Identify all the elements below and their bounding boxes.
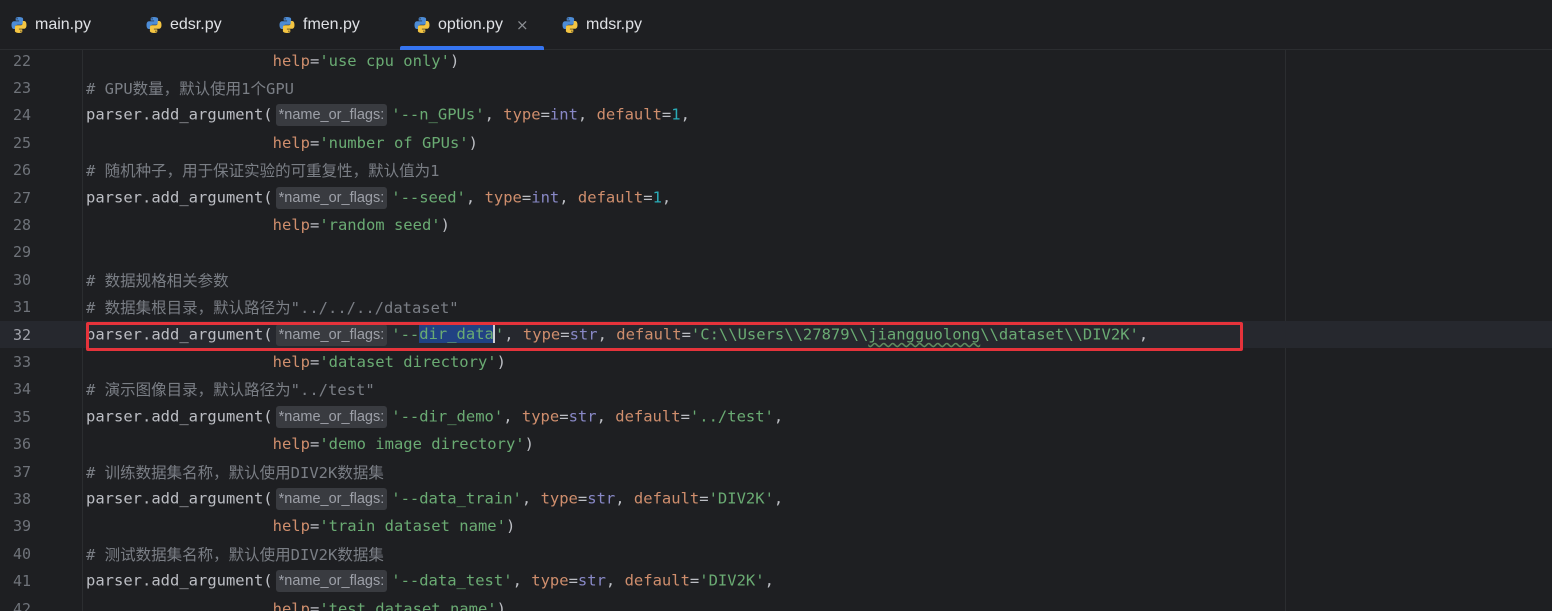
parameter-hint: *name_or_flags: — [275, 405, 388, 428]
line-number: 31 — [12, 298, 31, 317]
close-tab-icon[interactable]: × — [516, 16, 529, 34]
code-line[interactable]: 41 parser.add_argument(*name_or_flags: '-… — [0, 568, 1552, 595]
editor-tab-bar: main.py edsr.py fmen.py option.py × mdsr… — [0, 0, 1552, 50]
tab-label: main.py — [35, 16, 92, 33]
code-text: help='demo image directory') — [272, 435, 534, 454]
code-line[interactable]: 24 parser.add_argument(*name_or_flags: '-… — [0, 102, 1552, 129]
parameter-hint: *name_or_flags: — [275, 570, 388, 593]
tab-mdsr-py[interactable]: mdsr.py — [561, 0, 642, 50]
tab-label: option.py — [438, 16, 503, 33]
python-file-icon — [11, 17, 27, 33]
code-comment: # 数据集根目录，默认路径为"../../../dataset" — [86, 299, 459, 318]
line-number: 39 — [12, 517, 31, 536]
tab-label: edsr.py — [170, 16, 222, 33]
code-text: parser.add_argument(*name_or_flags: '--di… — [86, 405, 783, 428]
tab-main-py[interactable]: main.py — [10, 0, 91, 50]
code-line[interactable]: 40 # 测试数据集名称，默认使用DIV2K数据集 — [0, 540, 1552, 567]
line-number: 29 — [12, 243, 31, 262]
line-number: 28 — [12, 216, 31, 235]
code-comment: # 测试数据集名称，默认使用DIV2K数据集 — [86, 545, 384, 564]
code-line[interactable]: 29 — [0, 239, 1552, 266]
code-comment: # 随机种子，用于保证实验的可重复性，默认值为1 — [86, 162, 440, 181]
code-line[interactable]: 37 # 训练数据集名称，默认使用DIV2K数据集 — [0, 458, 1552, 485]
code-line[interactable]: 33 help='dataset directory') — [0, 348, 1552, 375]
line-number: 26 — [12, 161, 31, 180]
code-text: help='random seed') — [272, 216, 450, 235]
line-number: 35 — [12, 407, 31, 426]
parameter-hint: *name_or_flags: — [275, 104, 388, 127]
code-comment: # GPU数量，默认使用1个GPU — [86, 80, 294, 99]
code-line[interactable]: 34 # 演示图像目录，默认路径为"../test" — [0, 376, 1552, 403]
spelling-warning: jiangguolong — [868, 325, 981, 344]
code-text: help='dataset directory') — [272, 353, 506, 372]
code-text: parser.add_argument(*name_or_flags: '--da… — [86, 488, 783, 511]
code-line[interactable]: 23 # GPU数量，默认使用1个GPU — [0, 74, 1552, 101]
line-number: 40 — [12, 544, 31, 563]
tab-label: fmen.py — [303, 16, 360, 33]
code-text: help='use cpu only') — [272, 51, 460, 70]
code-line[interactable]: 28 help='random seed') — [0, 211, 1552, 238]
code-line[interactable]: 25 help='number of GPUs') — [0, 129, 1552, 156]
parameter-hint: *name_or_flags: — [275, 186, 388, 209]
tab-option-py[interactable]: option.py × — [400, 0, 544, 50]
line-number: 23 — [12, 79, 31, 98]
tab-edsr-py[interactable]: edsr.py — [145, 0, 222, 50]
tab-fmen-py[interactable]: fmen.py — [278, 0, 360, 50]
code-text: parser.add_argument(*name_or_flags: '--n_… — [86, 104, 690, 127]
code-text: help='number of GPUs') — [272, 133, 478, 152]
code-line[interactable]: 42 help='test dataset name') — [0, 595, 1552, 611]
line-number: 41 — [12, 572, 31, 591]
code-line[interactable]: 38 parser.add_argument(*name_or_flags: '-… — [0, 485, 1552, 512]
line-number: 24 — [12, 106, 31, 125]
code-comment: # 训练数据集名称，默认使用DIV2K数据集 — [86, 463, 384, 482]
code-text: parser.add_argument(*name_or_flags: '--da… — [86, 570, 774, 593]
python-file-icon — [414, 17, 430, 33]
python-file-icon — [146, 17, 162, 33]
line-number: 33 — [12, 353, 31, 372]
line-number: 34 — [12, 380, 31, 399]
python-file-icon — [562, 17, 578, 33]
code-line[interactable]: 30 # 数据规格相关参数 — [0, 266, 1552, 293]
code-comment: # 数据规格相关参数 — [86, 271, 229, 290]
parameter-hint: *name_or_flags: — [275, 323, 388, 346]
code-line[interactable]: 22 help='use cpu only') — [0, 50, 1552, 74]
line-number: 27 — [12, 188, 31, 207]
code-text: parser.add_argument(*name_or_flags: '--di… — [86, 323, 1148, 346]
code-text: help='train dataset name') — [272, 517, 516, 536]
line-number: 42 — [12, 599, 31, 611]
code-text: parser.add_argument(*name_or_flags: '--se… — [86, 186, 671, 209]
line-number: 22 — [12, 51, 31, 70]
parameter-hint: *name_or_flags: — [275, 488, 388, 511]
code-line[interactable]: 36 help='demo image directory') — [0, 431, 1552, 458]
code-editor[interactable]: 22 help='use cpu only') 23 # GPU数量，默认使用1… — [0, 50, 1552, 611]
line-number: 25 — [12, 133, 31, 152]
code-line[interactable]: 26 # 随机种子，用于保证实验的可重复性，默认值为1 — [0, 157, 1552, 184]
line-number: 36 — [12, 435, 31, 454]
code-line[interactable]: 27 parser.add_argument(*name_or_flags: '-… — [0, 184, 1552, 211]
line-number: 38 — [12, 490, 31, 509]
selected-text: dir_data — [419, 325, 494, 344]
code-line[interactable]: 39 help='train dataset name') — [0, 513, 1552, 540]
code-text: help='test dataset name') — [272, 599, 506, 611]
python-file-icon — [279, 17, 295, 33]
code-line[interactable]: 35 parser.add_argument(*name_or_flags: '-… — [0, 403, 1552, 430]
line-number: 30 — [12, 270, 31, 289]
code-comment: # 演示图像目录，默认路径为"../test" — [86, 381, 375, 400]
tab-label: mdsr.py — [586, 16, 643, 33]
code-line[interactable]: 31 # 数据集根目录，默认路径为"../../../dataset" — [0, 294, 1552, 321]
code-line-current[interactable]: 32 parser.add_argument(*name_or_flags: '-… — [0, 321, 1552, 349]
line-number: 37 — [12, 462, 31, 481]
line-number: 32 — [12, 325, 31, 344]
